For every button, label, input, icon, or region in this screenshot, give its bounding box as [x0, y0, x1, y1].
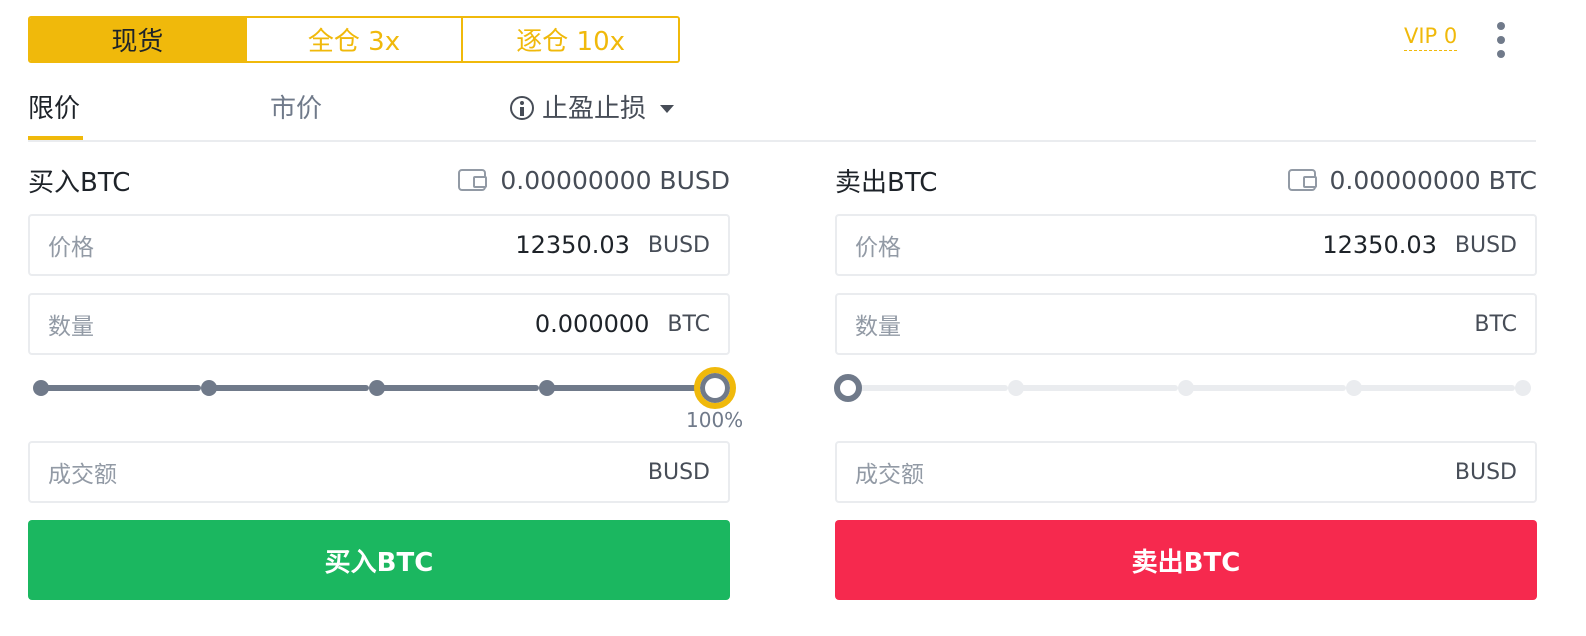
tab-stop-limit[interactable]: 止盈止损 — [510, 88, 675, 125]
buy-price-input[interactable]: 价格 12350.03 BUSD — [28, 214, 730, 276]
buy-slider-stop[interactable] — [33, 380, 49, 396]
sell-amount-label: 数量 — [855, 314, 901, 340]
info-icon[interactable] — [510, 96, 534, 120]
wallet-icon — [1287, 169, 1317, 191]
sell-price-value: 12350.03 — [1322, 231, 1437, 259]
buy-amount-input[interactable]: 数量 0.000000 BTC — [28, 293, 730, 355]
sell-slider-track-segment — [1190, 385, 1346, 391]
sell-slider-stop[interactable] — [1515, 380, 1531, 396]
tab-cross-margin[interactable]: 全仓 3x — [244, 18, 462, 61]
sell-total-unit: BUSD — [1454, 459, 1517, 485]
buy-percent-slider[interactable]: 100% — [28, 367, 743, 432]
buy-price-unit: BUSD — [647, 232, 710, 258]
sell-price-label: 价格 — [855, 235, 901, 261]
sell-amount-input[interactable]: 数量 BTC — [835, 293, 1537, 355]
order-type-tabs: 限价 市价 止盈止损 — [28, 80, 1536, 142]
sell-btc-button[interactable]: 卖出BTC — [835, 520, 1537, 600]
sell-total-label: 成交额 — [855, 462, 924, 488]
buy-slider-stop[interactable] — [201, 380, 217, 396]
buy-title: 买入BTC — [28, 167, 131, 198]
tab-isolated-margin[interactable]: 逐仓 10x — [461, 18, 678, 61]
buy-balance-value: 0.00000000 BUSD — [500, 165, 730, 195]
sell-slider-stop[interactable] — [1178, 380, 1194, 396]
buy-slider-track-segment — [213, 385, 369, 391]
buy-total-input[interactable]: 成交额 BUSD — [28, 441, 730, 503]
tab-spot[interactable]: 现货 — [30, 18, 245, 61]
buy-panel: 买入BTC 0.00000000 BUSD 价格 12350.03 BUSD 数… — [28, 160, 743, 600]
sell-price-unit: BUSD — [1454, 232, 1517, 258]
caret-down-icon — [660, 105, 675, 113]
sell-slider-track-segment — [1358, 385, 1515, 391]
buy-total-label: 成交额 — [48, 462, 117, 488]
sell-price-input[interactable]: 价格 12350.03 BUSD — [835, 214, 1537, 276]
sell-percent-slider[interactable] — [834, 370, 1537, 430]
sell-panel: 卖出BTC 0.00000000 BTC 价格 12350.03 BUSD 数量… — [834, 160, 1537, 600]
tab-limit[interactable]: 限价 — [28, 88, 80, 125]
vip-level-link[interactable]: VIP 0 — [1404, 24, 1458, 51]
buy-available-balance: 0.00000000 BUSD — [458, 166, 730, 195]
buy-price-label: 价格 — [48, 235, 94, 261]
sell-slider-thumb[interactable] — [834, 374, 862, 402]
sell-amount-unit: BTC — [1474, 311, 1517, 337]
tab-market[interactable]: 市价 — [270, 88, 322, 125]
buy-slider-thumb[interactable] — [694, 367, 736, 409]
sell-slider-stop[interactable] — [1346, 380, 1362, 396]
buy-slider-stop[interactable] — [369, 380, 385, 396]
buy-total-unit: BUSD — [647, 459, 710, 485]
buy-price-value: 12350.03 — [515, 231, 630, 259]
wallet-icon — [458, 169, 488, 191]
sell-balance-value: 0.00000000 BTC — [1329, 165, 1537, 195]
tab-stop-limit-label: 止盈止损 — [542, 94, 647, 124]
buy-slider-track-segment — [381, 385, 539, 391]
active-tab-indicator — [28, 136, 83, 140]
sell-available-balance: 0.00000000 BTC — [1287, 165, 1537, 195]
buy-amount-value: 0.000000 — [534, 310, 650, 338]
buy-slider-track-segment — [45, 385, 201, 391]
buy-btc-button[interactable]: 买入BTC — [28, 520, 730, 600]
sell-total-input[interactable]: 成交额 BUSD — [835, 441, 1537, 503]
buy-slider-percent-label: 100% — [686, 408, 744, 432]
buy-slider-stop[interactable] — [539, 380, 555, 396]
buy-amount-label: 数量 — [48, 314, 94, 340]
margin-mode-tabs: 现货 全仓 3x 逐仓 10x — [28, 16, 680, 63]
sell-slider-track-segment — [1020, 385, 1178, 391]
sell-title: 卖出BTC — [835, 167, 938, 198]
sell-slider-track-segment — [852, 385, 1008, 391]
buy-amount-unit: BTC — [667, 311, 710, 337]
buy-slider-track-segment — [551, 385, 707, 391]
sell-slider-stop[interactable] — [1008, 380, 1024, 396]
more-options-icon[interactable] — [1488, 22, 1514, 58]
